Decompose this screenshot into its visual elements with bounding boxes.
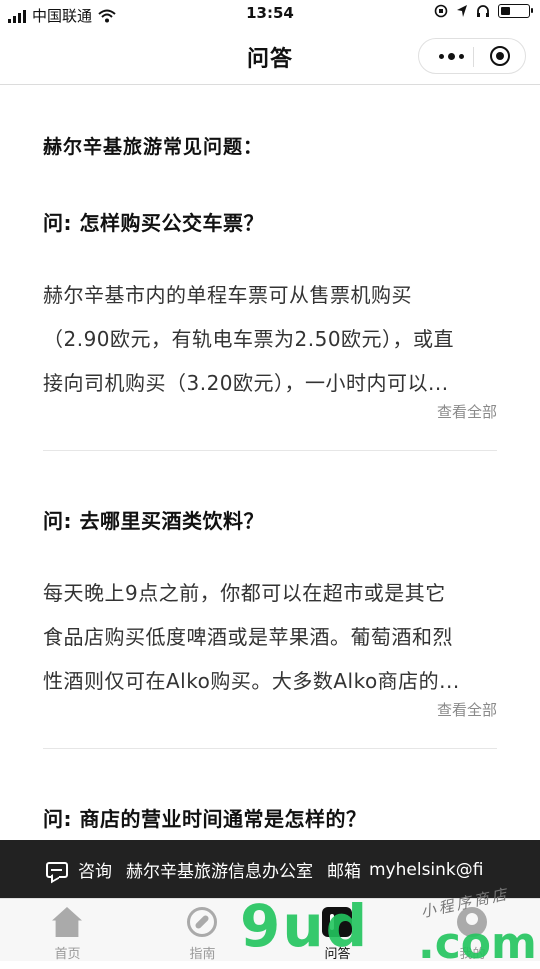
orientation-lock-icon	[434, 4, 448, 18]
answer-text: 赫尔辛基市内的单程车票可从售票机购买 （2.90欧元，有轨电车票为2.50欧元）…	[43, 273, 497, 405]
capsule-divider	[473, 47, 474, 67]
divider	[43, 450, 497, 451]
battery-icon	[498, 4, 533, 18]
compass-icon	[187, 907, 217, 937]
faq-item: 问: 商店的营业时间通常是怎样的？	[43, 803, 497, 837]
mail-label: 邮箱	[327, 862, 361, 882]
office-label: 赫尔辛基旅游信息办公室	[126, 862, 313, 882]
question-text: 问: 怎样购买公交车票？	[43, 211, 264, 235]
divider	[43, 748, 497, 749]
location-icon	[457, 5, 467, 17]
answer-line: （2.90欧元，有轨电车票为2.50欧元），或直	[43, 327, 455, 351]
question-text: 问: 去哪里买酒类饮料？	[43, 509, 264, 533]
more-options-icon[interactable]	[431, 39, 471, 73]
watermark-logo: 9ud	[240, 892, 370, 960]
home-icon	[52, 907, 82, 937]
consult-label: 咨询	[78, 862, 112, 882]
chat-icon	[46, 861, 68, 878]
status-bar: 中国联通 13:54	[0, 0, 540, 28]
mail-address[interactable]: myhelsink@fi	[369, 860, 483, 880]
answer-line: 接向司机购买（3.20欧元），一小时内可以...	[43, 371, 449, 395]
contact-bar[interactable]: 咨询 赫尔辛基旅游信息办公室 邮箱 myhelsink@fi	[0, 840, 540, 898]
section-title: 赫尔辛基旅游常见问题：	[43, 136, 264, 158]
answer-line: 食品店购买低度啤酒或是苹果酒。葡萄酒和烈	[43, 625, 453, 649]
answer-line: 赫尔辛基市内的单程车票可从售票机购买	[43, 283, 412, 307]
answer-line: 每天晚上9点之前，你都可以在超市或是其它	[43, 581, 446, 605]
faq-content[interactable]: 赫尔辛基旅游常见问题： 问: 怎样购买公交车票？ 赫尔辛基市内的单程车票可从售票…	[0, 85, 540, 840]
question-text: 问: 商店的营业时间通常是怎样的？	[43, 807, 367, 831]
answer-line: 性酒则仅可在Alko购买。大多数Alko商店的...	[43, 669, 460, 693]
navigation-bar: 问答	[0, 28, 540, 85]
answer-text: 每天晚上9点之前，你都可以在超市或是其它 食品店购买低度啤酒或是苹果酒。葡萄酒和…	[43, 571, 497, 703]
headphones-icon	[477, 5, 489, 17]
watermark-domain: .com	[418, 918, 537, 969]
faq-item: 问: 怎样购买公交车票？ 赫尔辛基市内的单程车票可从售票机购买 （2.90欧元，…	[43, 207, 497, 451]
tab-label: 首页	[54, 947, 81, 962]
tab-home[interactable]: 首页	[0, 899, 135, 962]
close-miniprogram-icon[interactable]	[490, 46, 510, 66]
faq-item: 问: 去哪里买酒类饮料？ 每天晚上9点之前，你都可以在超市或是其它 食品店购买低…	[43, 505, 497, 749]
miniprogram-capsule	[418, 38, 526, 74]
